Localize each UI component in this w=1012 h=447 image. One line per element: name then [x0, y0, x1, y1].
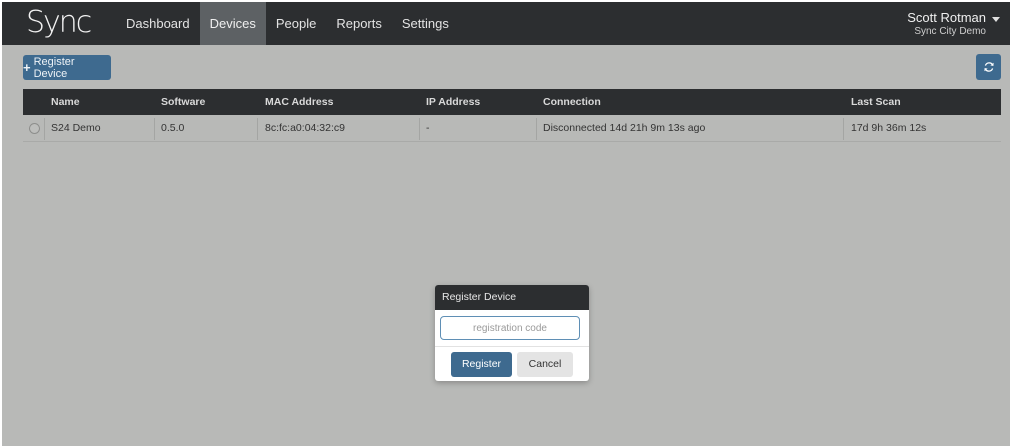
nav-people[interactable]: People — [266, 2, 326, 45]
cell-ip: - — [426, 122, 430, 134]
refresh-icon — [983, 62, 994, 72]
column-divider — [843, 118, 844, 140]
user-menu[interactable]: Scott Rotman Sync City Demo — [907, 10, 1000, 38]
register-button[interactable]: Register — [451, 352, 512, 377]
table-header: Name Software MAC Address IP Address Con… — [23, 89, 1001, 115]
header-last-scan[interactable]: Last Scan — [851, 89, 901, 115]
register-device-button[interactable]: + Register Device — [23, 55, 111, 80]
nav-dashboard[interactable]: Dashboard — [116, 2, 200, 45]
column-divider — [44, 118, 45, 140]
cell-connection: Disconnected 14d 21h 9m 13s ago — [543, 122, 706, 134]
cell-last-scan: 17d 9h 36m 12s — [851, 122, 927, 134]
register-device-label: Register Device — [33, 55, 75, 80]
user-org: Sync City Demo — [914, 26, 986, 37]
row-select-radio[interactable] — [29, 123, 40, 134]
register-device-modal: Register Device Register Cancel — [435, 285, 589, 381]
column-divider — [257, 118, 258, 140]
column-divider — [536, 118, 537, 140]
cell-name: S24 Demo — [51, 122, 101, 134]
nav-settings[interactable]: Settings — [392, 2, 459, 45]
header-connection[interactable]: Connection — [543, 89, 601, 115]
table-row[interactable]: S24 Demo 0.5.0 8c:fc:a0:04:32:c9 - Disco… — [23, 115, 1001, 142]
sync-logo[interactable]: Sync — [26, 6, 92, 40]
modal-divider — [435, 346, 589, 347]
modal-title: Register Device — [435, 285, 589, 310]
refresh-button[interactable] — [976, 54, 1001, 80]
header-software[interactable]: Software — [161, 89, 205, 115]
main-nav: Dashboard Devices People Reports Setting… — [116, 2, 459, 45]
nav-reports[interactable]: Reports — [326, 2, 392, 45]
app-frame: Sync Dashboard Devices People Reports Se… — [2, 2, 1010, 446]
user-name: Scott Rotman — [907, 10, 986, 25]
cell-mac: 8c:fc:a0:04:32:c9 — [265, 122, 345, 134]
nav-devices[interactable]: Devices — [199, 2, 266, 45]
registration-code-input[interactable] — [440, 316, 580, 340]
column-divider — [419, 118, 420, 140]
header-mac-address[interactable]: MAC Address — [265, 89, 333, 115]
header-ip-address[interactable]: IP Address — [426, 89, 480, 115]
plus-icon: + — [23, 60, 31, 75]
column-divider — [154, 118, 155, 140]
top-navbar: Sync Dashboard Devices People Reports Se… — [2, 2, 1010, 45]
cancel-button[interactable]: Cancel — [517, 352, 573, 377]
devices-table: Name Software MAC Address IP Address Con… — [23, 89, 1001, 142]
cell-software: 0.5.0 — [161, 122, 185, 134]
header-name[interactable]: Name — [51, 89, 80, 115]
caret-down-icon — [992, 17, 1000, 22]
